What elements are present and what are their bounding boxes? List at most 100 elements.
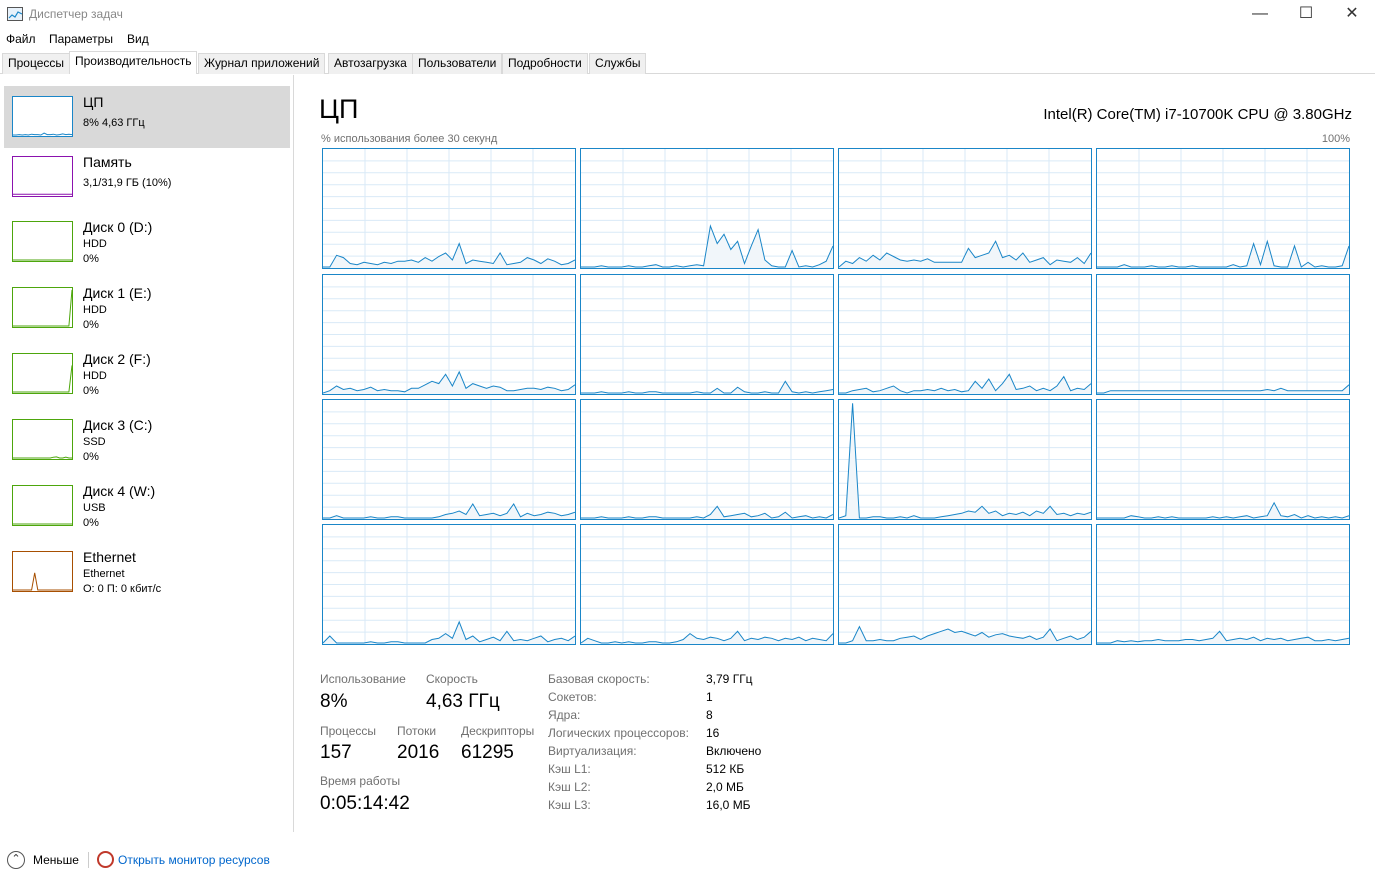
task-manager-icon (7, 7, 23, 21)
info-key: Логических процессоров: (548, 726, 689, 740)
cpu-core-graph-14 (838, 524, 1092, 645)
sidebar-item-name: Диск 3 (C:) (83, 417, 153, 433)
title-bar: Диспетчер задач — ☐ ✕ (0, 0, 1375, 30)
graph-max-label: 100% (1321, 133, 1350, 145)
sidebar-item-detail: 8% 4,63 ГГц (83, 117, 145, 129)
info-value: 16 (706, 726, 720, 740)
sidebar-item-value: 0% (83, 385, 99, 397)
sidebar-item-value: 0% (83, 319, 99, 331)
cpu-core-graph-7 (1096, 274, 1350, 395)
disk-thumbnail-icon (12, 221, 73, 262)
cpu-core-graph-12 (322, 524, 576, 645)
menu-file[interactable]: Файл (6, 32, 36, 46)
info-key: Кэш L2: (548, 780, 591, 794)
chevron-up-icon[interactable]: ⌃ (7, 851, 25, 869)
sidebar-item-detail: Ethernet (83, 568, 125, 580)
disk-thumbnail-icon (12, 287, 73, 328)
sidebar-item-value: О: 0 П: 0 кбит/с (83, 583, 162, 595)
info-key: Виртуализация: (548, 744, 637, 758)
tab-details[interactable]: Подробности (502, 53, 588, 74)
tab-users[interactable]: Пользователи (412, 53, 503, 74)
sidebar-item-memory[interactable]: Память 3,1/31,9 ГБ (10%) (4, 146, 290, 208)
sidebar-item-name: Диск 4 (W:) (83, 483, 156, 499)
memory-thumbnail-icon (12, 156, 73, 197)
cpu-core-graph-0 (322, 148, 576, 269)
info-value: 512 КБ (706, 762, 745, 776)
processes-label: Процессы (320, 724, 377, 738)
maximize-button[interactable]: ☐ (1283, 0, 1329, 30)
info-value: 8 (706, 708, 713, 722)
menu-view[interactable]: Вид (127, 32, 149, 46)
tab-app-history[interactable]: Журнал приложений (198, 53, 326, 74)
resource-sidebar: ЦП 8% 4,63 ГГц Память 3,1/31,9 ГБ (10%) Диск… (0, 75, 294, 832)
sidebar-item-detail: HDD (83, 238, 107, 250)
sidebar-item-disk-4[interactable]: Диск 4 (W:) USB 0% (4, 475, 290, 537)
info-value: 1 (706, 690, 713, 704)
cpu-core-graphs (322, 148, 1351, 647)
tab-performance[interactable]: Производительность (69, 51, 198, 74)
close-button[interactable]: ✕ (1329, 0, 1375, 30)
sidebar-item-detail: SSD (83, 436, 106, 448)
info-key: Кэш L3: (548, 798, 591, 812)
speed-value: 4,63 ГГц (426, 691, 500, 712)
tab-services[interactable]: Службы (589, 53, 647, 74)
usage-label: Использование (320, 672, 406, 686)
footer: ⌃ Меньше Открыть монитор ресурсов (0, 846, 1375, 874)
sidebar-item-detail: HDD (83, 304, 107, 316)
cpu-core-graph-2 (838, 148, 1092, 269)
info-value: 2,0 МБ (706, 780, 744, 794)
sidebar-item-disk-3[interactable]: Диск 3 (C:) SSD 0% (4, 409, 290, 471)
info-key: Ядра: (548, 708, 581, 722)
cpu-core-graph-15 (1096, 524, 1350, 645)
disk-thumbnail-icon (12, 419, 73, 460)
tab-startup[interactable]: Автозагрузка (328, 53, 413, 74)
sidebar-item-name: Диск 1 (E:) (83, 285, 152, 301)
uptime-value: 0:05:14:42 (320, 793, 410, 814)
sidebar-item-ethernet[interactable]: Ethernet Ethernet О: 0 П: 0 кбит/с (4, 541, 290, 603)
sidebar-item-name: Память (83, 154, 132, 170)
cpu-thumbnail-icon (12, 96, 73, 137)
cpu-core-graph-10 (838, 399, 1092, 520)
sidebar-item-disk-1[interactable]: Диск 1 (E:) HDD 0% (4, 277, 290, 339)
handles-value: 61295 (461, 742, 514, 763)
tab-processes[interactable]: Процессы (2, 53, 71, 74)
handles-label: Дескрипторы (461, 724, 535, 738)
network-thumbnail-icon (12, 551, 73, 592)
sidebar-item-value: 0% (83, 517, 99, 529)
cpu-model: Intel(R) Core(TM) i7-10700K CPU @ 3.80GH… (1043, 106, 1352, 123)
info-value: 16,0 МБ (706, 798, 751, 812)
cpu-core-graph-9 (580, 399, 834, 520)
info-key: Кэш L1: (548, 762, 591, 776)
resource-monitor-icon[interactable] (97, 851, 114, 868)
info-key: Базовая скорость: (548, 672, 650, 686)
sidebar-item-disk-2[interactable]: Диск 2 (F:) HDD 0% (4, 343, 290, 405)
window-title: Диспетчер задач (29, 7, 123, 21)
tab-strip: Процессы Производительность Журнал прило… (0, 51, 1375, 74)
cpu-core-graph-3 (1096, 148, 1350, 269)
processes-value: 157 (320, 742, 352, 763)
cpu-core-graph-6 (838, 274, 1092, 395)
cpu-core-graph-1 (580, 148, 834, 269)
open-resource-monitor-link[interactable]: Открыть монитор ресурсов (118, 853, 270, 867)
sidebar-item-disk-0[interactable]: Диск 0 (D:) HDD 0% (4, 211, 290, 273)
usage-value: 8% (320, 691, 348, 712)
sidebar-item-cpu[interactable]: ЦП 8% 4,63 ГГц (4, 86, 290, 148)
threads-value: 2016 (397, 742, 440, 763)
cpu-core-graph-8 (322, 399, 576, 520)
graph-caption: % использования более 30 секунд (321, 133, 498, 145)
menu-options[interactable]: Параметры (49, 32, 113, 46)
info-value: Включено (706, 744, 762, 758)
menu-bar: Файл Параметры Вид (0, 30, 1375, 50)
cpu-core-graph-4 (322, 274, 576, 395)
footer-divider (88, 852, 89, 868)
sidebar-item-name: Диск 0 (D:) (83, 219, 153, 235)
sidebar-item-value: 0% (83, 253, 99, 265)
fewer-details-button[interactable]: Меньше (33, 853, 79, 867)
info-value: 3,79 ГГц (706, 672, 753, 686)
sidebar-item-detail: 3,1/31,9 ГБ (10%) (83, 177, 172, 189)
minimize-button[interactable]: — (1237, 0, 1283, 30)
info-key: Сокетов: (548, 690, 597, 704)
sidebar-item-detail: HDD (83, 370, 107, 382)
page-title: ЦП (319, 94, 359, 124)
sidebar-item-detail: USB (83, 502, 106, 514)
